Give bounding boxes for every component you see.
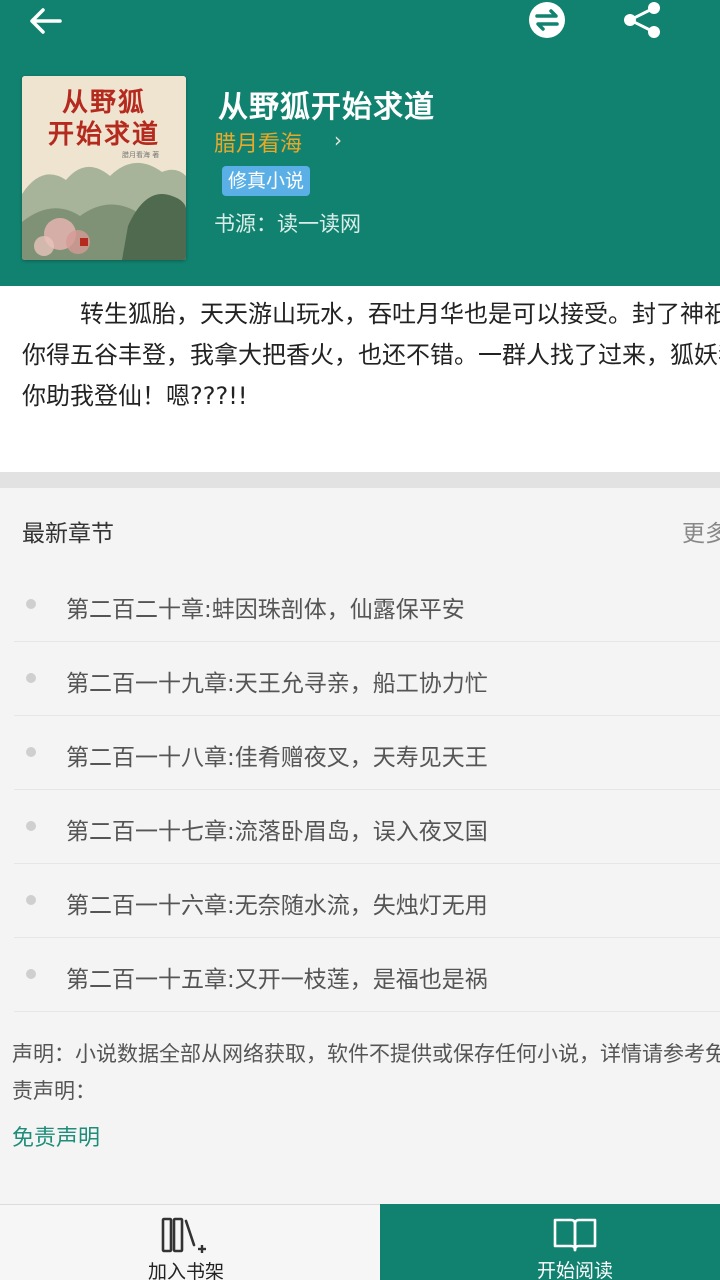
add-to-bookshelf-button[interactable]: 加入书架 <box>0 1204 380 1280</box>
disclaimer-text: 声明：小说数据全部从网络获取，软件不提供或保存任何小说，详情请参考免责声明： <box>12 1042 720 1103</box>
bottom-action-bar: 加入书架 开始阅读 <box>0 1204 720 1280</box>
chapter-item[interactable]: 第二百一十八章:佳肴赠夜叉，天寿见天王 <box>14 716 720 790</box>
chapter-title: 第二百一十六章:无奈随水流，失烛灯无用 <box>66 893 488 919</box>
chapter-item[interactable]: 第二百一十九章:天王允寻亲，船工协力忙 <box>14 642 720 716</box>
start-reading-button[interactable]: 开始阅读 <box>380 1204 720 1280</box>
add-to-bookshelf-label: 加入书架 <box>147 1261 224 1280</box>
open-book-icon <box>553 1218 597 1252</box>
bookshelf-add-icon <box>161 1217 206 1253</box>
swap-source-icon <box>529 2 565 38</box>
cover-title-line2: 开始求道 <box>47 120 160 150</box>
author-link[interactable]: 腊月看海 <box>214 126 302 158</box>
section-divider <box>0 472 720 488</box>
share-icon <box>624 2 660 38</box>
book-source[interactable]: 书源：读一读网 <box>214 208 361 238</box>
share-button[interactable] <box>620 0 664 40</box>
chevron-right-icon[interactable]: › <box>334 128 342 152</box>
chapter-title: 第二百一十九章:天王允寻亲，船工协力忙 <box>66 671 488 697</box>
bullet-dot-icon <box>26 895 36 905</box>
chapter-title: 第二百一十五章:又开一枝莲，是福也是祸 <box>66 967 488 993</box>
chapter-item[interactable]: 第二百一十七章:流落卧眉岛，误入夜叉国 <box>14 790 720 864</box>
swap-source-button[interactable] <box>525 0 569 40</box>
cover-author: 腊月看海 著 <box>122 151 160 159</box>
book-intro: 转生狐胎，天天游山玩水，吞吐月华也是可以接受。封了神祇，你得五谷丰登，我拿大把香… <box>0 286 720 472</box>
chapter-title: 第二百二十章:蚌因珠剖体，仙露保平安 <box>66 597 465 623</box>
intro-text: 转生狐胎，天天游山玩水，吞吐月华也是可以接受。封了神祇，你得五谷丰登，我拿大把香… <box>22 300 720 410</box>
chapter-item[interactable]: 第二百一十六章:无奈随水流，失烛灯无用 <box>14 864 720 938</box>
bullet-dot-icon <box>26 747 36 757</box>
bullet-dot-icon <box>26 599 36 609</box>
chapter-title: 第二百一十七章:流落卧眉岛，误入夜叉国 <box>66 819 488 845</box>
book-title: 从野狐开始求道 <box>218 90 435 125</box>
disclaimer-link[interactable]: 免责声明 <box>12 1120 100 1152</box>
back-button[interactable] <box>24 2 68 42</box>
book-header: 从野狐 开始求道 腊月看海 著 从野狐开始求道 腊月看海 › 修真小说 书源：读… <box>0 0 720 286</box>
chapter-title: 第二百一十八章:佳肴赠夜叉，天寿见天王 <box>66 745 488 771</box>
bullet-dot-icon <box>26 969 36 979</box>
genre-tag: 修真小说 <box>222 166 311 196</box>
bullet-dot-icon <box>26 821 36 831</box>
chapter-item[interactable]: 第二百二十章:蚌因珠剖体，仙露保平安 <box>14 568 720 642</box>
arrow-left-icon <box>30 8 62 34</box>
book-cover[interactable]: 从野狐 开始求道 腊月看海 著 <box>22 76 186 260</box>
more-chapters-link[interactable]: 更多 <box>682 514 720 548</box>
latest-chapters-label: 最新章节 <box>22 521 114 547</box>
chapter-item[interactable]: 第二百一十五章:又开一枝莲，是福也是祸 <box>14 938 720 1012</box>
start-reading-label: 开始阅读 <box>536 1260 613 1280</box>
bullet-dot-icon <box>26 673 36 683</box>
